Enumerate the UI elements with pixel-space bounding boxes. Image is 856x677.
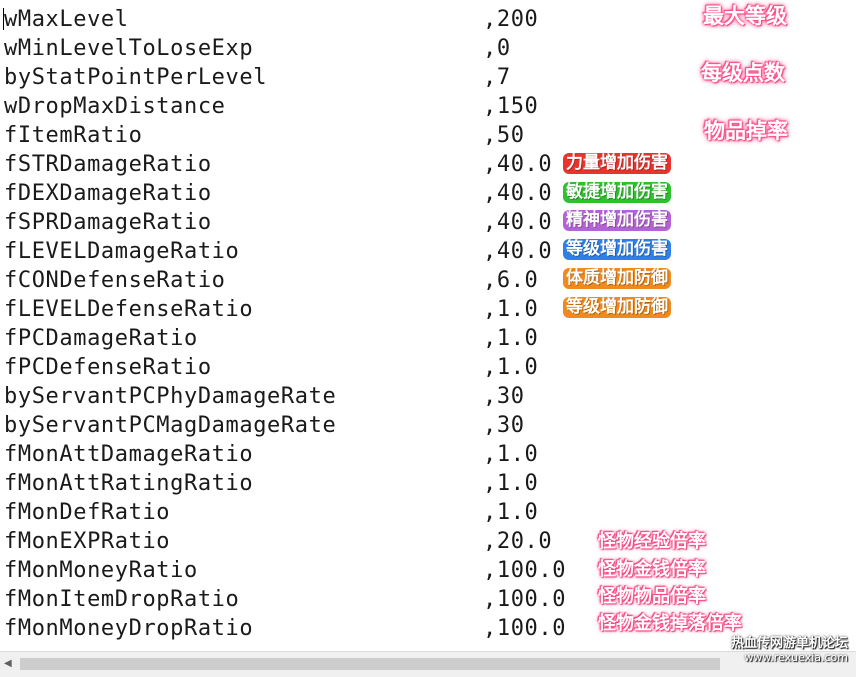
config-key: fPCDefenseRatio [4, 355, 212, 380]
scrollbar-thumb[interactable] [20, 658, 720, 670]
config-line: byStatPointPerLevel ,7 [0, 63, 600, 92]
annotation-str-damage: 力量增加伤害 [563, 153, 671, 174]
config-value: ,1.0 [483, 355, 539, 380]
config-value: ,1.0 [483, 297, 539, 322]
annotation-mon-exp: 怪物经验倍率 [598, 531, 706, 552]
config-line: fMonEXPRatio ,20.0 [0, 527, 600, 556]
config-value: ,30 [483, 413, 525, 438]
config-key: wDropMaxDistance [4, 94, 226, 119]
config-key: fMonItemDropRatio [4, 587, 240, 612]
annotation-dex-damage: 敏捷增加伤害 [563, 182, 671, 203]
config-value: ,1.0 [483, 471, 539, 496]
config-line: fMonAttDamageRatio ,1.0 [0, 440, 600, 469]
config-line: fMonItemDropRatio ,100.0 [0, 585, 600, 614]
watermark-url: www.rexuexia.com [744, 651, 848, 664]
annotation-spr-damage: 精神增加伤害 [563, 210, 671, 231]
config-value: ,6.0 [483, 268, 539, 293]
config-line: byServantPCPhyDamageRate ,30 [0, 382, 600, 411]
config-key: fSPRDamageRatio [4, 210, 212, 235]
config-value: ,1.0 [483, 500, 539, 525]
config-value: ,40.0 [483, 152, 553, 177]
watermark-site-name: 热血传网游单机论坛 [730, 636, 848, 651]
config-value: ,40.0 [483, 210, 553, 235]
horizontal-scrollbar[interactable]: ◀ [0, 651, 856, 677]
annotation-mon-money: 怪物金钱倍率 [598, 559, 706, 580]
annotation-con-defense: 体质增加防御 [563, 268, 671, 289]
config-value: ,40.0 [483, 239, 553, 264]
config-key: fMonMoneyDropRatio [4, 616, 254, 641]
config-line: fSPRDamageRatio ,40.0 [0, 208, 600, 237]
config-value: ,20.0 [483, 529, 553, 554]
config-key: byServantPCMagDamageRate [4, 413, 337, 438]
config-key: fMonEXPRatio [4, 529, 171, 554]
text-editor[interactable]: wMaxLevel ,200 wMinLevelToLoseExp ,0 bySta… [0, 0, 856, 651]
annotation-stat-points: 每级点数 [701, 61, 785, 85]
config-key: fPCDamageRatio [4, 326, 198, 351]
config-key: fItemRatio [4, 123, 143, 148]
config-key: wMaxLevel [4, 7, 129, 32]
config-key: fDEXDamageRatio [4, 181, 212, 206]
config-line: fPCDamageRatio ,1.0 [0, 324, 600, 353]
config-key: fMonAttDamageRatio [4, 442, 254, 467]
config-line: fPCDefenseRatio ,1.0 [0, 353, 600, 382]
config-line: wMinLevelToLoseExp ,0 [0, 34, 600, 63]
annotation-max-level: 最大等级 [703, 4, 787, 28]
config-key: wMinLevelToLoseExp [4, 36, 254, 61]
config-value: ,100.0 [483, 616, 567, 641]
config-line: wDropMaxDistance ,150 [0, 92, 600, 121]
config-key: fCONDefenseRatio [4, 268, 226, 293]
config-line: fCONDefenseRatio ,6.0 [0, 266, 600, 295]
config-key: fMonMoneyRatio [4, 558, 198, 583]
config-key: fMonDefRatio [4, 500, 171, 525]
config-value: ,30 [483, 384, 525, 409]
config-value: ,7 [483, 65, 511, 90]
config-key: fLEVELDefenseRatio [4, 297, 254, 322]
config-value: ,0 [483, 36, 511, 61]
config-value: ,100.0 [483, 558, 567, 583]
config-value: ,40.0 [483, 181, 553, 206]
config-line: fMonMoneyRatio ,100.0 [0, 556, 600, 585]
config-line: wMaxLevel ,200 [0, 5, 600, 34]
config-key: fSTRDamageRatio [4, 152, 212, 177]
config-value: ,1.0 [483, 326, 539, 351]
scroll-left-arrow-icon[interactable]: ◀ [4, 658, 16, 670]
config-value: ,200 [483, 7, 539, 32]
config-line: fSTRDamageRatio ,40.0 [0, 150, 600, 179]
watermark: 热血传网游单机论坛 www.rexuexia.com [731, 637, 848, 665]
config-value: ,1.0 [483, 442, 539, 467]
config-line: fMonAttRatingRatio ,1.0 [0, 469, 600, 498]
config-key: byServantPCPhyDamageRate [4, 384, 337, 409]
config-line: fItemRatio ,50 [0, 121, 600, 150]
annotation-mon-item: 怪物物品倍率 [598, 586, 706, 607]
config-line: fLEVELDamageRatio ,40.0 [0, 237, 600, 266]
config-value: ,100.0 [483, 587, 567, 612]
config-value: ,50 [483, 123, 525, 148]
config-line: fDEXDamageRatio ,40.0 [0, 179, 600, 208]
config-key: fLEVELDamageRatio [4, 239, 240, 264]
annotation-level-defense: 等级增加防御 [563, 297, 671, 318]
config-line: byServantPCMagDamageRate ,30 [0, 411, 600, 440]
config-key: byStatPointPerLevel [4, 65, 268, 90]
config-line: fLEVELDefenseRatio ,1.0 [0, 295, 600, 324]
config-value: ,150 [483, 94, 539, 119]
config-line: fMonMoneyDropRatio ,100.0 [0, 614, 600, 643]
config-line: fMonDefRatio ,1.0 [0, 498, 600, 527]
annotation-item-rate: 物品掉率 [704, 119, 788, 143]
config-key: fMonAttRatingRatio [4, 471, 254, 496]
annotation-mon-money-drop: 怪物金钱掉落倍率 [598, 613, 742, 634]
annotation-level-damage: 等级增加伤害 [563, 239, 671, 260]
